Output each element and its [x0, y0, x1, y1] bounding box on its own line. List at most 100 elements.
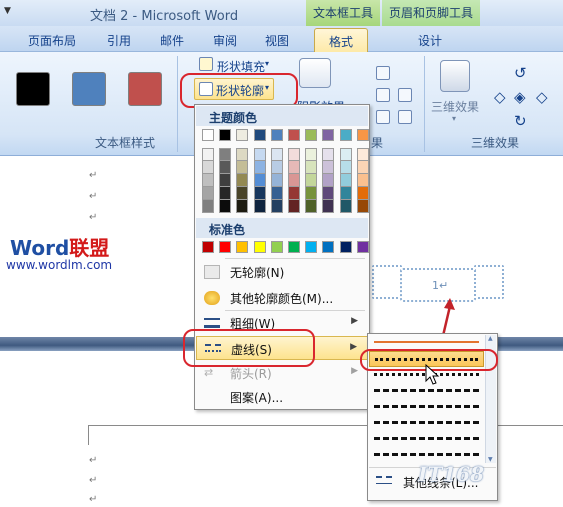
tab-page-layout[interactable]: 页面布局 — [28, 32, 76, 49]
tab-mailings[interactable]: 邮件 — [160, 32, 184, 49]
theme-shade-swatch[interactable] — [305, 174, 318, 187]
scroll-up-icon[interactable]: ▲ — [488, 335, 493, 342]
standard-color-swatch[interactable] — [236, 241, 249, 253]
shadow-nudge-up-icon[interactable] — [376, 66, 390, 80]
theme-shade-swatch[interactable] — [288, 161, 300, 174]
theme-shade-swatch[interactable] — [253, 187, 266, 200]
theme-shade-swatch[interactable] — [288, 200, 300, 213]
theme-shade-swatch[interactable] — [253, 161, 266, 174]
theme-shade-swatch[interactable] — [339, 187, 352, 200]
theme-shade-swatch[interactable] — [356, 161, 369, 174]
theme-shade-swatch[interactable] — [288, 148, 300, 161]
theme-shade-swatch[interactable] — [270, 148, 283, 161]
theme-shade-swatch[interactable] — [305, 200, 318, 213]
theme-shade-swatch[interactable] — [236, 187, 249, 200]
theme-shade-swatch[interactable] — [339, 161, 352, 174]
theme-shade-swatch[interactable] — [202, 200, 214, 213]
standard-color-swatch[interactable] — [202, 241, 214, 253]
theme-color-swatch[interactable] — [339, 129, 352, 141]
3d-dropdown-icon[interactable]: ▾ — [452, 114, 456, 123]
weight-item[interactable]: 粗细(W) ▶ — [196, 311, 368, 335]
standard-color-swatch[interactable] — [288, 241, 300, 253]
dash-style-option[interactable] — [369, 431, 484, 447]
style-swatch-red[interactable] — [128, 72, 162, 106]
3d-effects-button[interactable]: 三维效果 — [431, 98, 479, 115]
tab-review[interactable]: 审阅 — [213, 32, 237, 49]
theme-color-swatch[interactable] — [305, 129, 318, 141]
shadow-effects-button[interactable] — [299, 58, 331, 88]
theme-shade-swatch[interactable] — [322, 187, 335, 200]
style-swatch-black[interactable] — [16, 72, 50, 106]
theme-shade-swatch[interactable] — [219, 187, 232, 200]
theme-shade-swatch[interactable] — [253, 148, 266, 161]
standard-color-swatch[interactable] — [322, 241, 335, 253]
scroll-down-icon[interactable]: ▼ — [488, 456, 493, 463]
3d-effects-cube-icon[interactable] — [440, 60, 470, 92]
theme-shade-swatch[interactable] — [339, 174, 352, 187]
3d-toggle-icon[interactable]: ◈ — [514, 88, 526, 106]
tab-view[interactable]: 视图 — [265, 32, 289, 49]
theme-shade-swatch[interactable] — [322, 148, 335, 161]
theme-color-swatch[interactable] — [253, 129, 266, 141]
tab-references[interactable]: 引用 — [107, 32, 131, 49]
dashes-item[interactable]: 虚线(S) ▶ — [196, 336, 368, 360]
theme-shade-swatch[interactable] — [305, 187, 318, 200]
theme-color-swatch[interactable] — [356, 129, 369, 141]
shadow-nudge-right-icon[interactable] — [398, 88, 412, 102]
theme-shade-swatch[interactable] — [219, 161, 232, 174]
theme-shade-swatch[interactable] — [322, 200, 335, 213]
theme-shade-swatch[interactable] — [236, 174, 249, 187]
standard-color-swatch[interactable] — [219, 241, 232, 253]
shadow-toggle-icon[interactable] — [398, 110, 412, 124]
submenu-scrollbar[interactable]: ▲ ▼ — [485, 335, 496, 463]
standard-color-swatch[interactable] — [356, 241, 369, 253]
theme-shade-swatch[interactable] — [305, 161, 318, 174]
theme-color-swatch[interactable] — [322, 129, 335, 141]
shadow-nudge-down-icon[interactable] — [376, 110, 390, 124]
theme-shade-swatch[interactable] — [236, 148, 249, 161]
theme-shade-swatch[interactable] — [253, 174, 266, 187]
tilt-left-icon[interactable]: ◇ — [494, 88, 506, 106]
theme-shade-swatch[interactable] — [202, 161, 214, 174]
dash-style-option[interactable] — [369, 447, 484, 463]
pattern-item[interactable]: 图案(A)... — [196, 385, 368, 409]
theme-color-swatch[interactable] — [270, 129, 283, 141]
theme-shade-swatch[interactable] — [236, 200, 249, 213]
theme-shade-swatch[interactable] — [202, 174, 214, 187]
theme-color-swatch[interactable] — [288, 129, 300, 141]
theme-color-swatch[interactable] — [236, 129, 249, 141]
no-outline-item[interactable]: 无轮廓(N) — [196, 260, 368, 284]
more-outline-colors-item[interactable]: 其他轮廓颜色(M)... — [196, 286, 368, 310]
theme-shade-swatch[interactable] — [236, 161, 249, 174]
shape-fill-button[interactable]: 形状填充 — [217, 58, 265, 75]
tilt-right-icon[interactable]: ◇ — [536, 88, 548, 106]
standard-color-swatch[interactable] — [253, 241, 266, 253]
theme-shade-swatch[interactable] — [219, 200, 232, 213]
theme-shade-swatch[interactable] — [219, 148, 232, 161]
shadow-nudge-left-icon[interactable] — [376, 88, 390, 102]
tab-format[interactable]: 格式 — [314, 28, 369, 53]
theme-shade-swatch[interactable] — [202, 148, 214, 161]
theme-shade-swatch[interactable] — [270, 200, 283, 213]
theme-shade-swatch[interactable] — [288, 174, 300, 187]
theme-shade-swatch[interactable] — [270, 161, 283, 174]
theme-shade-swatch[interactable] — [288, 187, 300, 200]
dash-style-option[interactable] — [369, 399, 484, 415]
theme-shade-swatch[interactable] — [356, 187, 369, 200]
theme-shade-swatch[interactable] — [305, 148, 318, 161]
theme-shade-swatch[interactable] — [339, 200, 352, 213]
shape-fill-dropdown-icon[interactable]: ▾ — [265, 59, 269, 68]
dash-style-option[interactable] — [369, 415, 484, 431]
tilt-up-icon[interactable]: ↺ — [514, 64, 527, 82]
standard-color-swatch[interactable] — [270, 241, 283, 253]
dash-style-option[interactable] — [369, 335, 484, 351]
tab-design[interactable]: 设计 — [418, 32, 442, 49]
theme-shade-swatch[interactable] — [253, 200, 266, 213]
theme-shade-swatch[interactable] — [322, 174, 335, 187]
theme-shade-swatch[interactable] — [270, 174, 283, 187]
theme-shade-swatch[interactable] — [356, 200, 369, 213]
theme-shade-swatch[interactable] — [219, 174, 232, 187]
theme-color-swatch[interactable] — [202, 129, 214, 141]
theme-shade-swatch[interactable] — [202, 187, 214, 200]
style-swatch-blue[interactable] — [72, 72, 106, 106]
